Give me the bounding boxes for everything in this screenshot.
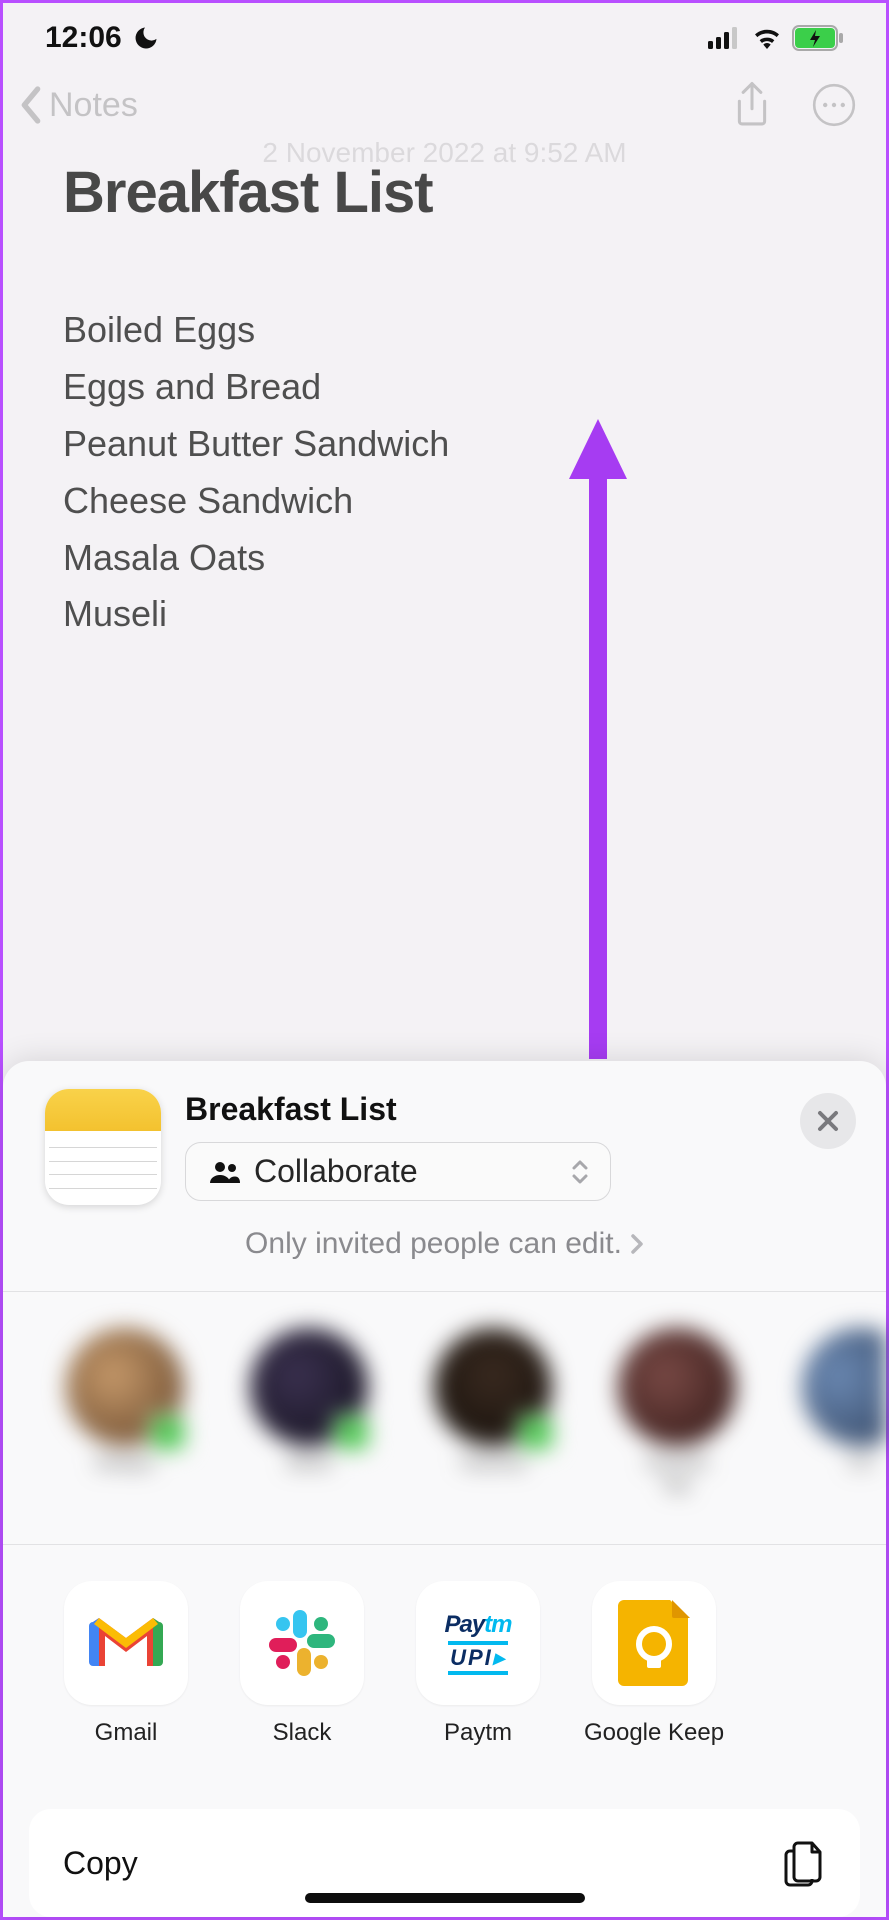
app-google-keep[interactable]: Google Keep [589,1581,719,1747]
contact-item[interactable]: Ch [801,1328,886,1498]
note-body: Boiled Eggs Eggs and Bread Peanut Butter… [63,302,826,643]
app-label: Paytm [444,1719,512,1747]
permission-text: Only invited people can edit. [245,1227,622,1261]
keep-icon [592,1581,716,1705]
apps-row[interactable]: Gmail Slack Paytm UPI▸ [3,1545,886,1773]
chevron-right-icon [630,1233,644,1255]
cellular-icon [708,27,742,49]
contact-name: Harsha [461,1452,525,1475]
avatar [802,1328,886,1446]
copy-icon [782,1839,826,1887]
note-title: Breakfast List [63,159,826,226]
notes-app-icon [45,1089,161,1205]
contacts-row[interactable]: Deepu Akriti Harsha SureshNa Ch [3,1292,886,1544]
nav-bar: Notes [3,73,886,139]
note-line: Peanut Butter Sandwich [63,416,826,473]
presence-badge [333,1414,371,1452]
share-title: Breakfast List [185,1091,776,1128]
presence-badge [517,1414,555,1452]
close-icon [816,1109,840,1133]
moon-icon [132,24,160,52]
note-line: Cheese Sandwich [63,473,826,530]
avatar [618,1328,736,1446]
copy-label: Copy [63,1845,138,1882]
status-right [708,25,844,51]
share-sheet[interactable]: Breakfast List Collaborate [3,1061,886,1917]
app-slack[interactable]: Slack [237,1581,367,1747]
gmail-icon [64,1581,188,1705]
paytm-icon: Paytm UPI▸ [416,1581,540,1705]
collaborate-select[interactable]: Collaborate [185,1142,611,1201]
app-label: Google Keep [584,1719,724,1747]
back-label: Notes [49,86,138,125]
note-line: Masala Oats [63,530,826,587]
contact-name: Deepu [96,1452,155,1475]
app-label: Gmail [95,1719,158,1747]
app-gmail[interactable]: Gmail [61,1581,191,1747]
contact-item[interactable]: Akriti [249,1328,369,1498]
up-down-icon [570,1159,590,1185]
people-icon [210,1161,240,1183]
contact-name: Ch [848,1452,874,1475]
share-icon[interactable] [732,81,772,129]
share-header: Breakfast List Collaborate [3,1061,886,1223]
status-bar: 12:06 [3,3,886,73]
app-label: Slack [273,1719,332,1747]
collab-label: Collaborate [254,1153,556,1190]
status-time: 12:06 [45,21,122,55]
status-left: 12:06 [45,21,160,55]
presence-badge [149,1414,187,1452]
more-icon[interactable] [812,83,856,127]
permission-row[interactable]: Only invited people can edit. [3,1223,886,1291]
contact-item[interactable]: Deepu [65,1328,185,1498]
note-line: Museli [63,586,826,643]
note-line: Boiled Eggs [63,302,826,359]
slack-icon [240,1581,364,1705]
contact-item[interactable]: Harsha [433,1328,553,1498]
wifi-icon [752,27,782,49]
battery-icon [792,25,844,51]
close-button[interactable] [800,1093,856,1149]
contact-item[interactable]: SureshNa [617,1328,737,1498]
back-button[interactable]: Notes [17,85,138,125]
home-indicator[interactable] [305,1893,585,1903]
chevron-left-icon [17,85,45,125]
note-line: Eggs and Bread [63,359,826,416]
contact-name: SureshNa [645,1452,708,1498]
app-paytm[interactable]: Paytm UPI▸ Paytm [413,1581,543,1747]
contact-name: Akriti [287,1452,331,1475]
note-content[interactable]: Breakfast List Boiled Eggs Eggs and Brea… [3,139,886,643]
